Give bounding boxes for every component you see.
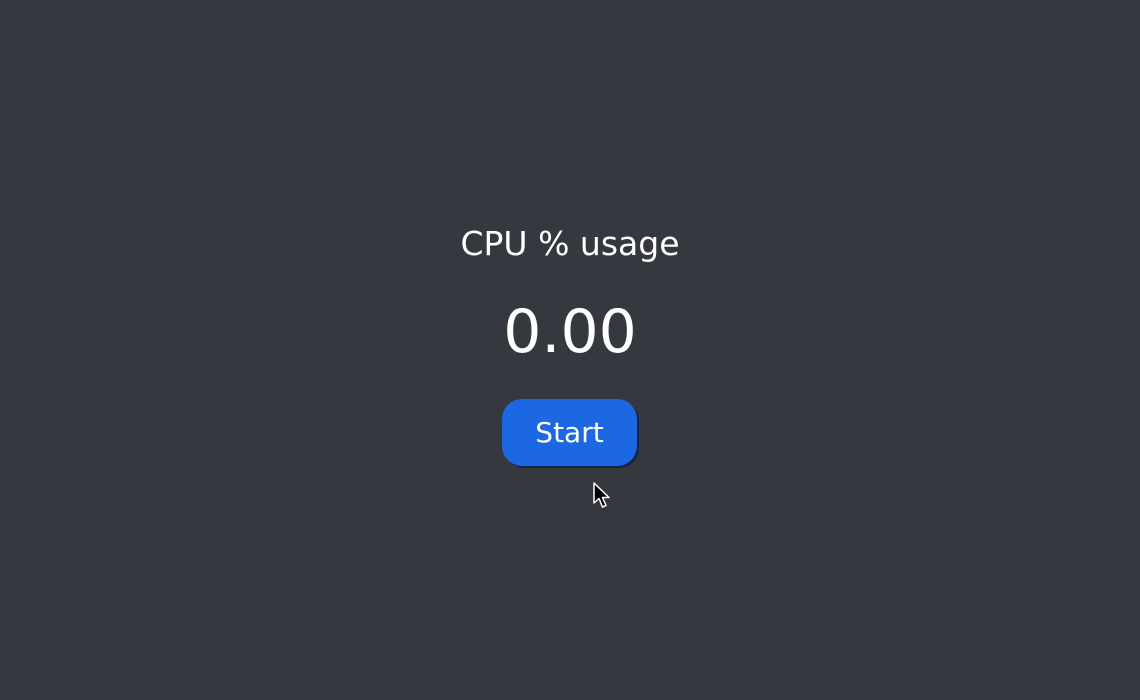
start-button[interactable]: Start bbox=[502, 399, 637, 466]
cpu-usage-value: 0.00 bbox=[503, 297, 637, 367]
mouse-pointer-icon bbox=[593, 482, 610, 508]
cpu-usage-label: CPU % usage bbox=[460, 224, 680, 263]
cpu-usage-app: CPU % usage 0.00 Start bbox=[0, 0, 1140, 700]
